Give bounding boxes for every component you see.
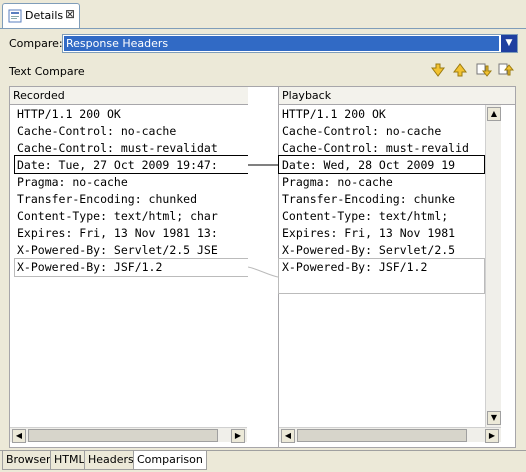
playback-line-9: X-Powered-By: Servlet/2.5 bbox=[282, 243, 456, 257]
diff-connector-gutter bbox=[248, 86, 278, 448]
compare-select[interactable]: Response Headers ▼ bbox=[62, 34, 518, 53]
scroll-left-icon[interactable]: ◀ bbox=[12, 429, 26, 443]
recorded-line-9: X-Powered-By: Servlet/2.5 JSE bbox=[17, 243, 218, 257]
recorded-line-6: Transfer-Encoding: chunked bbox=[17, 192, 198, 206]
details-tab[interactable]: Details ⊠ bbox=[2, 3, 80, 28]
playback-line-7: Content-Type: text/html; bbox=[282, 209, 449, 223]
recorded-line-8: Expires: Fri, 13 Nov 1981 13: bbox=[17, 226, 218, 240]
recorded-line-5: Pragma: no-cache bbox=[17, 175, 128, 189]
tab-html[interactable]: HTML bbox=[50, 451, 89, 470]
recorded-line-1: HTTP/1.1 200 OK bbox=[17, 107, 121, 121]
playback-header: Playback bbox=[278, 86, 516, 105]
recorded-diff-box bbox=[14, 155, 249, 174]
scroll-thumb[interactable] bbox=[28, 429, 218, 442]
playback-line-5: Pragma: no-cache bbox=[282, 175, 393, 189]
playback-vertical-scrollbar[interactable]: ▲ ▼ bbox=[485, 105, 501, 427]
recorded-line-2: Cache-Control: no-cache bbox=[17, 124, 177, 138]
playback-line-2: Cache-Control: no-cache bbox=[282, 124, 442, 138]
chevron-down-icon[interactable]: ▼ bbox=[501, 35, 517, 52]
scroll-right-icon[interactable]: ▶ bbox=[231, 429, 245, 443]
playback-line-3: Cache-Control: must-revalid bbox=[282, 141, 469, 155]
scroll-right-icon[interactable]: ▶ bbox=[485, 429, 499, 443]
tab-browser[interactable]: Browser bbox=[2, 451, 55, 470]
tab-headers[interactable]: Headers bbox=[84, 451, 138, 470]
playback-line-6: Transfer-Encoding: chunke bbox=[282, 192, 456, 206]
compare-selected-value: Response Headers bbox=[64, 36, 499, 51]
recorded-line-3: Cache-Control: must-revalidat bbox=[17, 141, 218, 155]
recorded-added-box bbox=[14, 258, 249, 277]
details-view-icon bbox=[8, 9, 22, 23]
tab-comparison[interactable]: Comparison bbox=[133, 451, 207, 470]
playback-horizontal-scrollbar[interactable]: ◀ ▶ bbox=[279, 427, 501, 443]
next-difference-icon[interactable] bbox=[430, 62, 446, 78]
bottom-tab-bar: Browser HTML Headers Comparison bbox=[0, 450, 526, 472]
previous-difference-icon[interactable] bbox=[452, 62, 468, 78]
scroll-up-icon[interactable]: ▲ bbox=[487, 107, 501, 121]
previous-change-icon[interactable] bbox=[498, 62, 515, 78]
playback-added-box bbox=[278, 258, 485, 294]
recorded-line-7: Content-Type: text/html; char bbox=[17, 209, 218, 223]
next-change-icon[interactable] bbox=[476, 62, 493, 78]
recorded-header: Recorded bbox=[9, 86, 250, 105]
scroll-left-icon[interactable]: ◀ bbox=[281, 429, 295, 443]
compare-label: Compare: bbox=[9, 37, 63, 50]
recorded-horizontal-scrollbar[interactable]: ◀ ▶ bbox=[10, 427, 247, 443]
scroll-thumb[interactable] bbox=[297, 429, 467, 442]
playback-line-1: HTTP/1.1 200 OK bbox=[282, 107, 386, 121]
scroll-down-icon[interactable]: ▼ bbox=[487, 411, 501, 425]
playback-line-8: Expires: Fri, 13 Nov 1981 bbox=[282, 226, 456, 240]
playback-diff-box bbox=[278, 155, 485, 174]
close-icon[interactable]: ⊠ bbox=[65, 7, 75, 21]
text-compare-label: Text Compare bbox=[9, 65, 85, 78]
details-tab-label: Details bbox=[25, 9, 64, 22]
